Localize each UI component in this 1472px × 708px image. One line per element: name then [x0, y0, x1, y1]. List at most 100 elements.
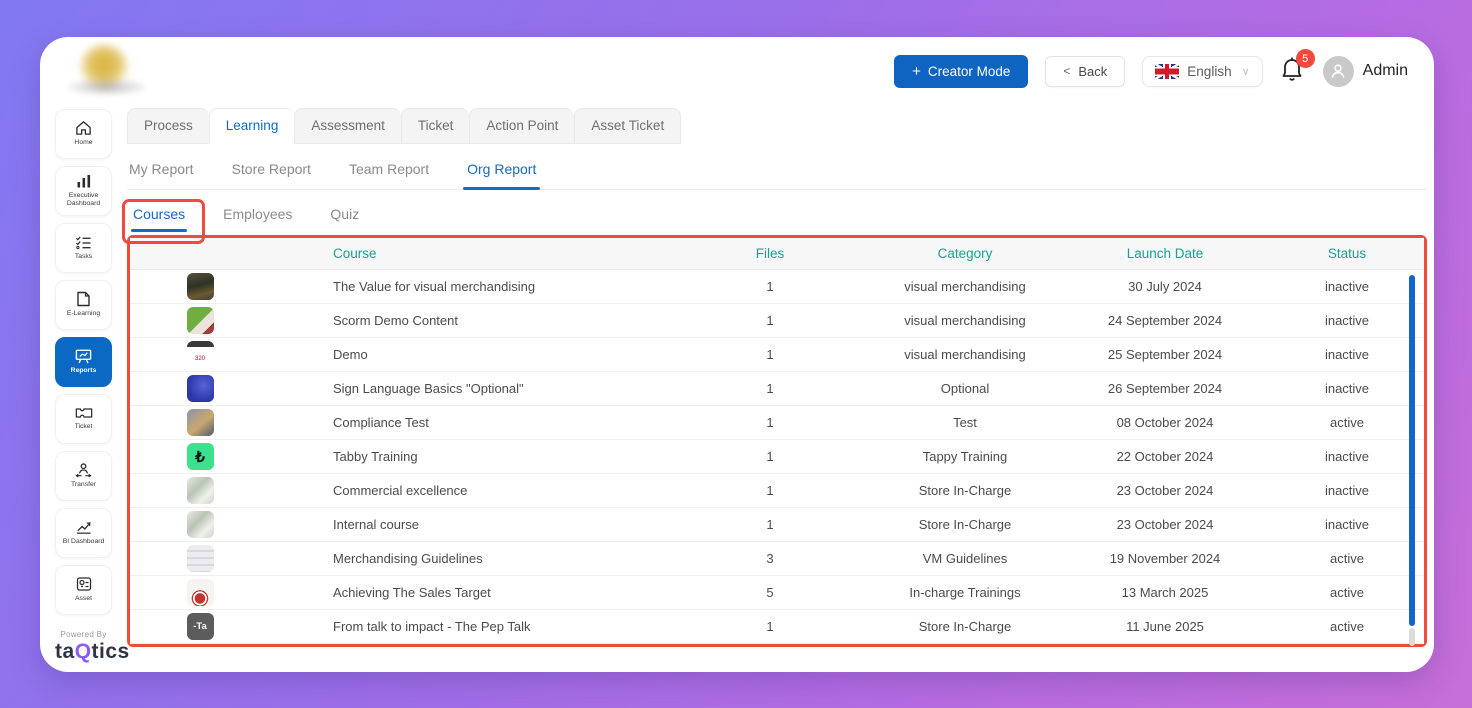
files-count: 1 [670, 449, 870, 464]
sidebar-item-bi-dashboard[interactable]: BI Dashboard [55, 508, 112, 558]
sidebar-item-label: Transfer [69, 481, 98, 489]
status: active [1270, 619, 1424, 634]
category: visual merchandising [870, 313, 1060, 328]
notifications-button[interactable]: 5 [1280, 56, 1306, 86]
tab-my-report[interactable]: My Report [129, 161, 194, 189]
category: visual merchandising [870, 279, 1060, 294]
course-name: Scorm Demo Content [270, 313, 670, 328]
files-count: 1 [670, 279, 870, 294]
files-count: 1 [670, 517, 870, 532]
user-menu[interactable]: Admin [1323, 56, 1408, 87]
plus-icon: + [912, 63, 921, 80]
transfer-person-icon [75, 462, 92, 478]
launch-date: 11 June 2025 [1060, 619, 1270, 634]
tab-org-report[interactable]: Org Report [467, 161, 536, 189]
column-header-course: Course [270, 246, 670, 261]
sidebar-item-transfer[interactable]: Transfer [55, 451, 112, 501]
table-row[interactable]: Merchandising Guidelines 3 VM Guidelines… [130, 542, 1424, 576]
tab-learning[interactable]: Learning [209, 108, 295, 144]
launch-date: 26 September 2024 [1060, 381, 1270, 396]
course-thumbnail [187, 545, 214, 572]
category: VM Guidelines [870, 551, 1060, 566]
header-actions: + Creator Mode < Back English ∨ 5 [894, 52, 1408, 90]
course-thumbnail [187, 579, 214, 606]
course-name: Commercial excellence [270, 483, 670, 498]
tab-quiz[interactable]: Quiz [330, 206, 359, 232]
status: inactive [1270, 449, 1424, 464]
table-row[interactable]: Sign Language Basics "Optional" 1 Option… [130, 372, 1424, 406]
tab-store-report[interactable]: Store Report [232, 161, 311, 189]
main-tab-bar: Process Learning Assessment Ticket Actio… [127, 108, 1427, 144]
tab-ticket[interactable]: Ticket [401, 108, 470, 144]
status: inactive [1270, 313, 1424, 328]
sidebar-item-reports[interactable]: Reports [55, 337, 112, 387]
column-header-files: Files [670, 246, 870, 261]
category: In-charge Trainings [870, 585, 1060, 600]
task-list-icon [75, 235, 92, 250]
course-name: From talk to impact - The Pep Talk [270, 619, 670, 634]
table-row[interactable]: Achieving The Sales Target 5 In-charge T… [130, 576, 1424, 610]
back-label: Back [1078, 64, 1107, 79]
sidebar-item-e-learning[interactable]: E-Learning [55, 280, 112, 330]
sidebar-item-tasks[interactable]: Tasks [55, 223, 112, 273]
uk-flag-icon [1155, 64, 1179, 79]
powered-by-label: Powered By [55, 630, 112, 639]
course-thumbnail [187, 307, 214, 334]
launch-date: 24 September 2024 [1060, 313, 1270, 328]
main-content: Process Learning Assessment Ticket Actio… [127, 108, 1427, 647]
vertical-scrollbar[interactable] [1409, 275, 1415, 626]
table-row[interactable]: Commercial excellence 1 Store In-Charge … [130, 474, 1424, 508]
tab-employees[interactable]: Employees [223, 206, 292, 232]
table-row[interactable]: 320 Demo 1 visual merchandising 25 Septe… [130, 338, 1424, 372]
table-row[interactable]: ₺ Tabby Training 1 Tappy Training 22 Oct… [130, 440, 1424, 474]
app-window: + Creator Mode < Back English ∨ 5 [40, 37, 1434, 672]
back-button[interactable]: < Back [1045, 56, 1125, 87]
presentation-icon [75, 348, 92, 364]
category: Store In-Charge [870, 517, 1060, 532]
table-row[interactable]: The Value for visual merchandising 1 vis… [130, 270, 1424, 304]
course-name: Internal course [270, 517, 670, 532]
course-name: The Value for visual merchandising [270, 279, 670, 294]
bar-chart-icon [76, 174, 92, 189]
tab-action-point[interactable]: Action Point [469, 108, 574, 144]
course-thumbnail: ₺ [187, 443, 214, 470]
status: active [1270, 585, 1424, 600]
trend-chart-icon [75, 520, 92, 535]
status: inactive [1270, 517, 1424, 532]
tab-team-report[interactable]: Team Report [349, 161, 429, 189]
language-label: English [1187, 64, 1231, 79]
status: inactive [1270, 483, 1424, 498]
table-row[interactable]: -Ta From talk to impact - The Pep Talk 1… [130, 610, 1424, 644]
tab-courses[interactable]: Courses [133, 206, 185, 232]
sidebar-item-label: Ticket [73, 423, 95, 431]
files-count: 1 [670, 347, 870, 362]
files-count: 1 [670, 483, 870, 498]
table-row[interactable]: Scorm Demo Content 1 visual merchandisin… [130, 304, 1424, 338]
launch-date: 19 November 2024 [1060, 551, 1270, 566]
sidebar-item-ticket[interactable]: Ticket [55, 394, 112, 444]
column-header-category: Category [870, 246, 1060, 261]
course-thumbnail: 320 [187, 341, 214, 368]
category: Optional [870, 381, 1060, 396]
sidebar-item-label: Reports [69, 367, 99, 375]
language-selector[interactable]: English ∨ [1142, 56, 1262, 87]
tab-assessment[interactable]: Assessment [294, 108, 401, 144]
tab-asset-ticket[interactable]: Asset Ticket [574, 108, 681, 144]
files-count: 1 [670, 619, 870, 634]
table-row[interactable]: Compliance Test 1 Test 08 October 2024 a… [130, 406, 1424, 440]
table-row[interactable]: Internal course 1 Store In-Charge 23 Oct… [130, 508, 1424, 542]
sidebar-item-label: Asset [73, 595, 94, 603]
sidebar-item-asset[interactable]: Asset [55, 565, 112, 615]
course-name: Compliance Test [270, 415, 670, 430]
category: Tappy Training [870, 449, 1060, 464]
course-name: Merchandising Guidelines [270, 551, 670, 566]
person-icon [1329, 62, 1347, 80]
status: active [1270, 415, 1424, 430]
course-thumbnail [187, 511, 214, 538]
tab-process[interactable]: Process [127, 108, 209, 144]
files-count: 3 [670, 551, 870, 566]
sidebar-item-home[interactable]: Home [55, 109, 112, 159]
launch-date: 22 October 2024 [1060, 449, 1270, 464]
sidebar-item-executive-dashboard[interactable]: Executive Dashboard [55, 166, 112, 216]
creator-mode-button[interactable]: + Creator Mode [894, 55, 1028, 88]
